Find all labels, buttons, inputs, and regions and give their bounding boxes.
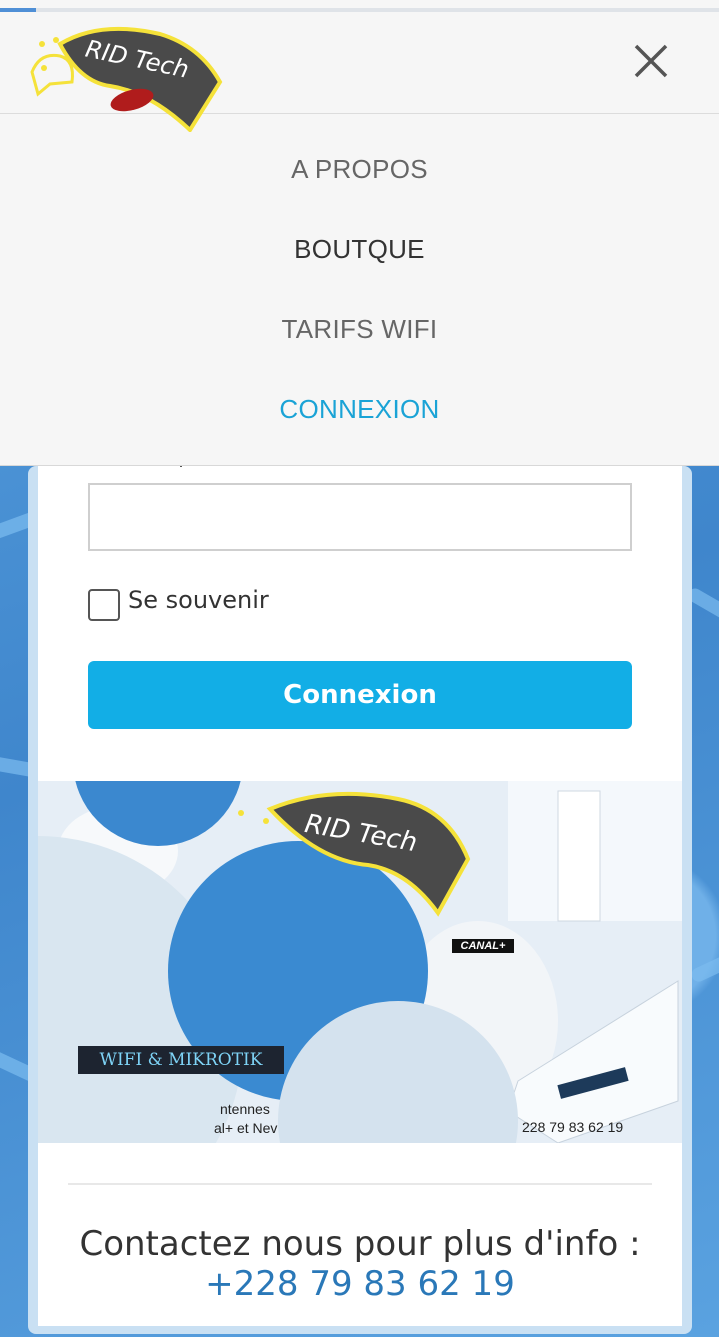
banner-fragment-1: ntennes — [220, 1101, 270, 1117]
banner-fragment-2: al+ et Nev — [214, 1120, 278, 1136]
nav-item-tarifs-wifi[interactable]: TARIFS WIFI — [0, 314, 719, 345]
rid-tech-logo[interactable]: RID Tech — [30, 22, 230, 132]
password-input[interactable] — [88, 483, 632, 551]
remember-checkbox[interactable] — [88, 589, 120, 621]
contact-phone-link[interactable]: +228 79 83 62 19 — [38, 1264, 682, 1304]
remember-label: Se souvenir — [128, 586, 269, 614]
section-divider — [68, 1183, 652, 1185]
promo-banner-image: RID Tech CANAL+ WIFI & MIKROTIK ntennes … — [38, 781, 682, 1143]
login-button[interactable]: Connexion — [88, 661, 632, 729]
banner-phone: 228 79 83 62 19 — [522, 1119, 624, 1135]
banner-tagline: WIFI & MIKROTIK — [78, 1046, 284, 1074]
site-header: RID Tech — [0, 0, 719, 132]
nav-item-boutique[interactable]: BOUTQUE — [0, 234, 719, 265]
page-load-progress — [0, 8, 719, 12]
nav-item-a-propos[interactable]: A PROPOS — [0, 154, 719, 185]
nav-item-connexion[interactable]: CONNEXION — [0, 394, 719, 425]
canal-plus-badge: CANAL+ — [452, 939, 514, 953]
contact-text: Contactez nous pour plus d'info : — [79, 1224, 641, 1264]
close-menu-icon[interactable] — [628, 38, 674, 84]
nav-menu: A PROPOS BOUTQUE TARIFS WIFI CONNEXION — [0, 114, 719, 466]
